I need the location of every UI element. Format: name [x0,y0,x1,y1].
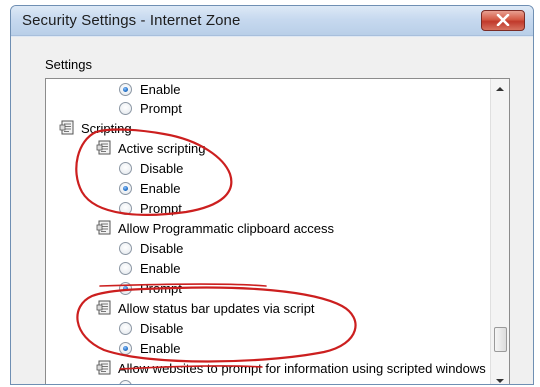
setting-label: Allow status bar updates via script [118,300,315,316]
option-label: Prompt [140,280,182,296]
option-label: Disable [140,320,184,336]
scroll-up-icon[interactable] [496,87,504,91]
option-row[interactable]: Prompt [119,98,182,118]
window-title: Security Settings - Internet Zone [22,12,241,29]
settings-tree[interactable]: Enable Prompt Scripting Active scripting… [45,78,510,384]
setting-label: Active scripting [118,140,206,156]
option-label: Enable [140,180,181,196]
option-label: Enable [140,260,181,276]
scroll-down-icon[interactable] [496,379,504,383]
radio-button[interactable] [119,101,132,115]
vertical-scrollbar[interactable] [490,79,509,384]
radio-button[interactable] [119,241,132,255]
option-row[interactable]: Disable [119,238,183,258]
scroll-thumb[interactable] [494,327,507,352]
option-label: Prompt [140,100,182,116]
option-row[interactable]: Disable [119,158,183,178]
option-row[interactable]: Disable [119,318,183,338]
title-bar[interactable]: Security Settings - Internet Zone [11,6,533,36]
setting-label: Allow Programmatic clipboard access [118,220,335,236]
dialog-body: Settings Enable Prompt Scripting Active … [11,37,533,384]
option-row[interactable]: Prompt [119,278,182,298]
option-row[interactable]: Enable [119,338,180,358]
radio-button[interactable] [119,281,132,295]
radio-button[interactable] [119,321,132,335]
close-button[interactable] [481,10,525,31]
option-row[interactable]: Prompt [119,198,182,218]
radio-button[interactable] [119,181,132,195]
option-row[interactable]: Enable [119,258,180,278]
option-label: Disable [140,240,184,256]
setting-label: Allow websites to prompt for information… [118,360,486,376]
radio-button[interactable] [119,379,132,384]
radio-button[interactable] [119,82,132,96]
settings-page-icon [96,360,111,375]
category-row-scripting: Scripting [59,118,132,138]
option-row[interactable]: Enable [119,79,180,99]
radio-button[interactable] [119,201,132,215]
settings-page-icon [59,120,74,135]
settings-groupbox-label: Settings [45,57,92,72]
radio-button[interactable] [119,161,132,175]
option-label: Enable [140,340,181,356]
option-label: Enable [140,81,181,97]
option-label: Disable [140,160,184,176]
category-label: Scripting [81,120,132,136]
radio-button[interactable] [119,341,132,355]
setting-row-scripted-windows: Allow websites to prompt for information… [96,358,491,378]
radio-button[interactable] [119,261,132,275]
option-row-partial[interactable] [119,379,140,384]
setting-row-status-bar: Allow status bar updates via script [96,298,315,318]
setting-row-clipboard: Allow Programmatic clipboard access [96,218,334,238]
setting-row-active-scripting: Active scripting [96,138,205,158]
option-label: Prompt [140,200,182,216]
settings-page-icon [96,140,111,155]
security-settings-dialog: Security Settings - Internet Zone Settin… [10,5,534,385]
option-row[interactable]: Enable [119,178,180,198]
settings-page-icon [96,300,111,315]
settings-page-icon [96,220,111,235]
close-icon [496,11,510,30]
